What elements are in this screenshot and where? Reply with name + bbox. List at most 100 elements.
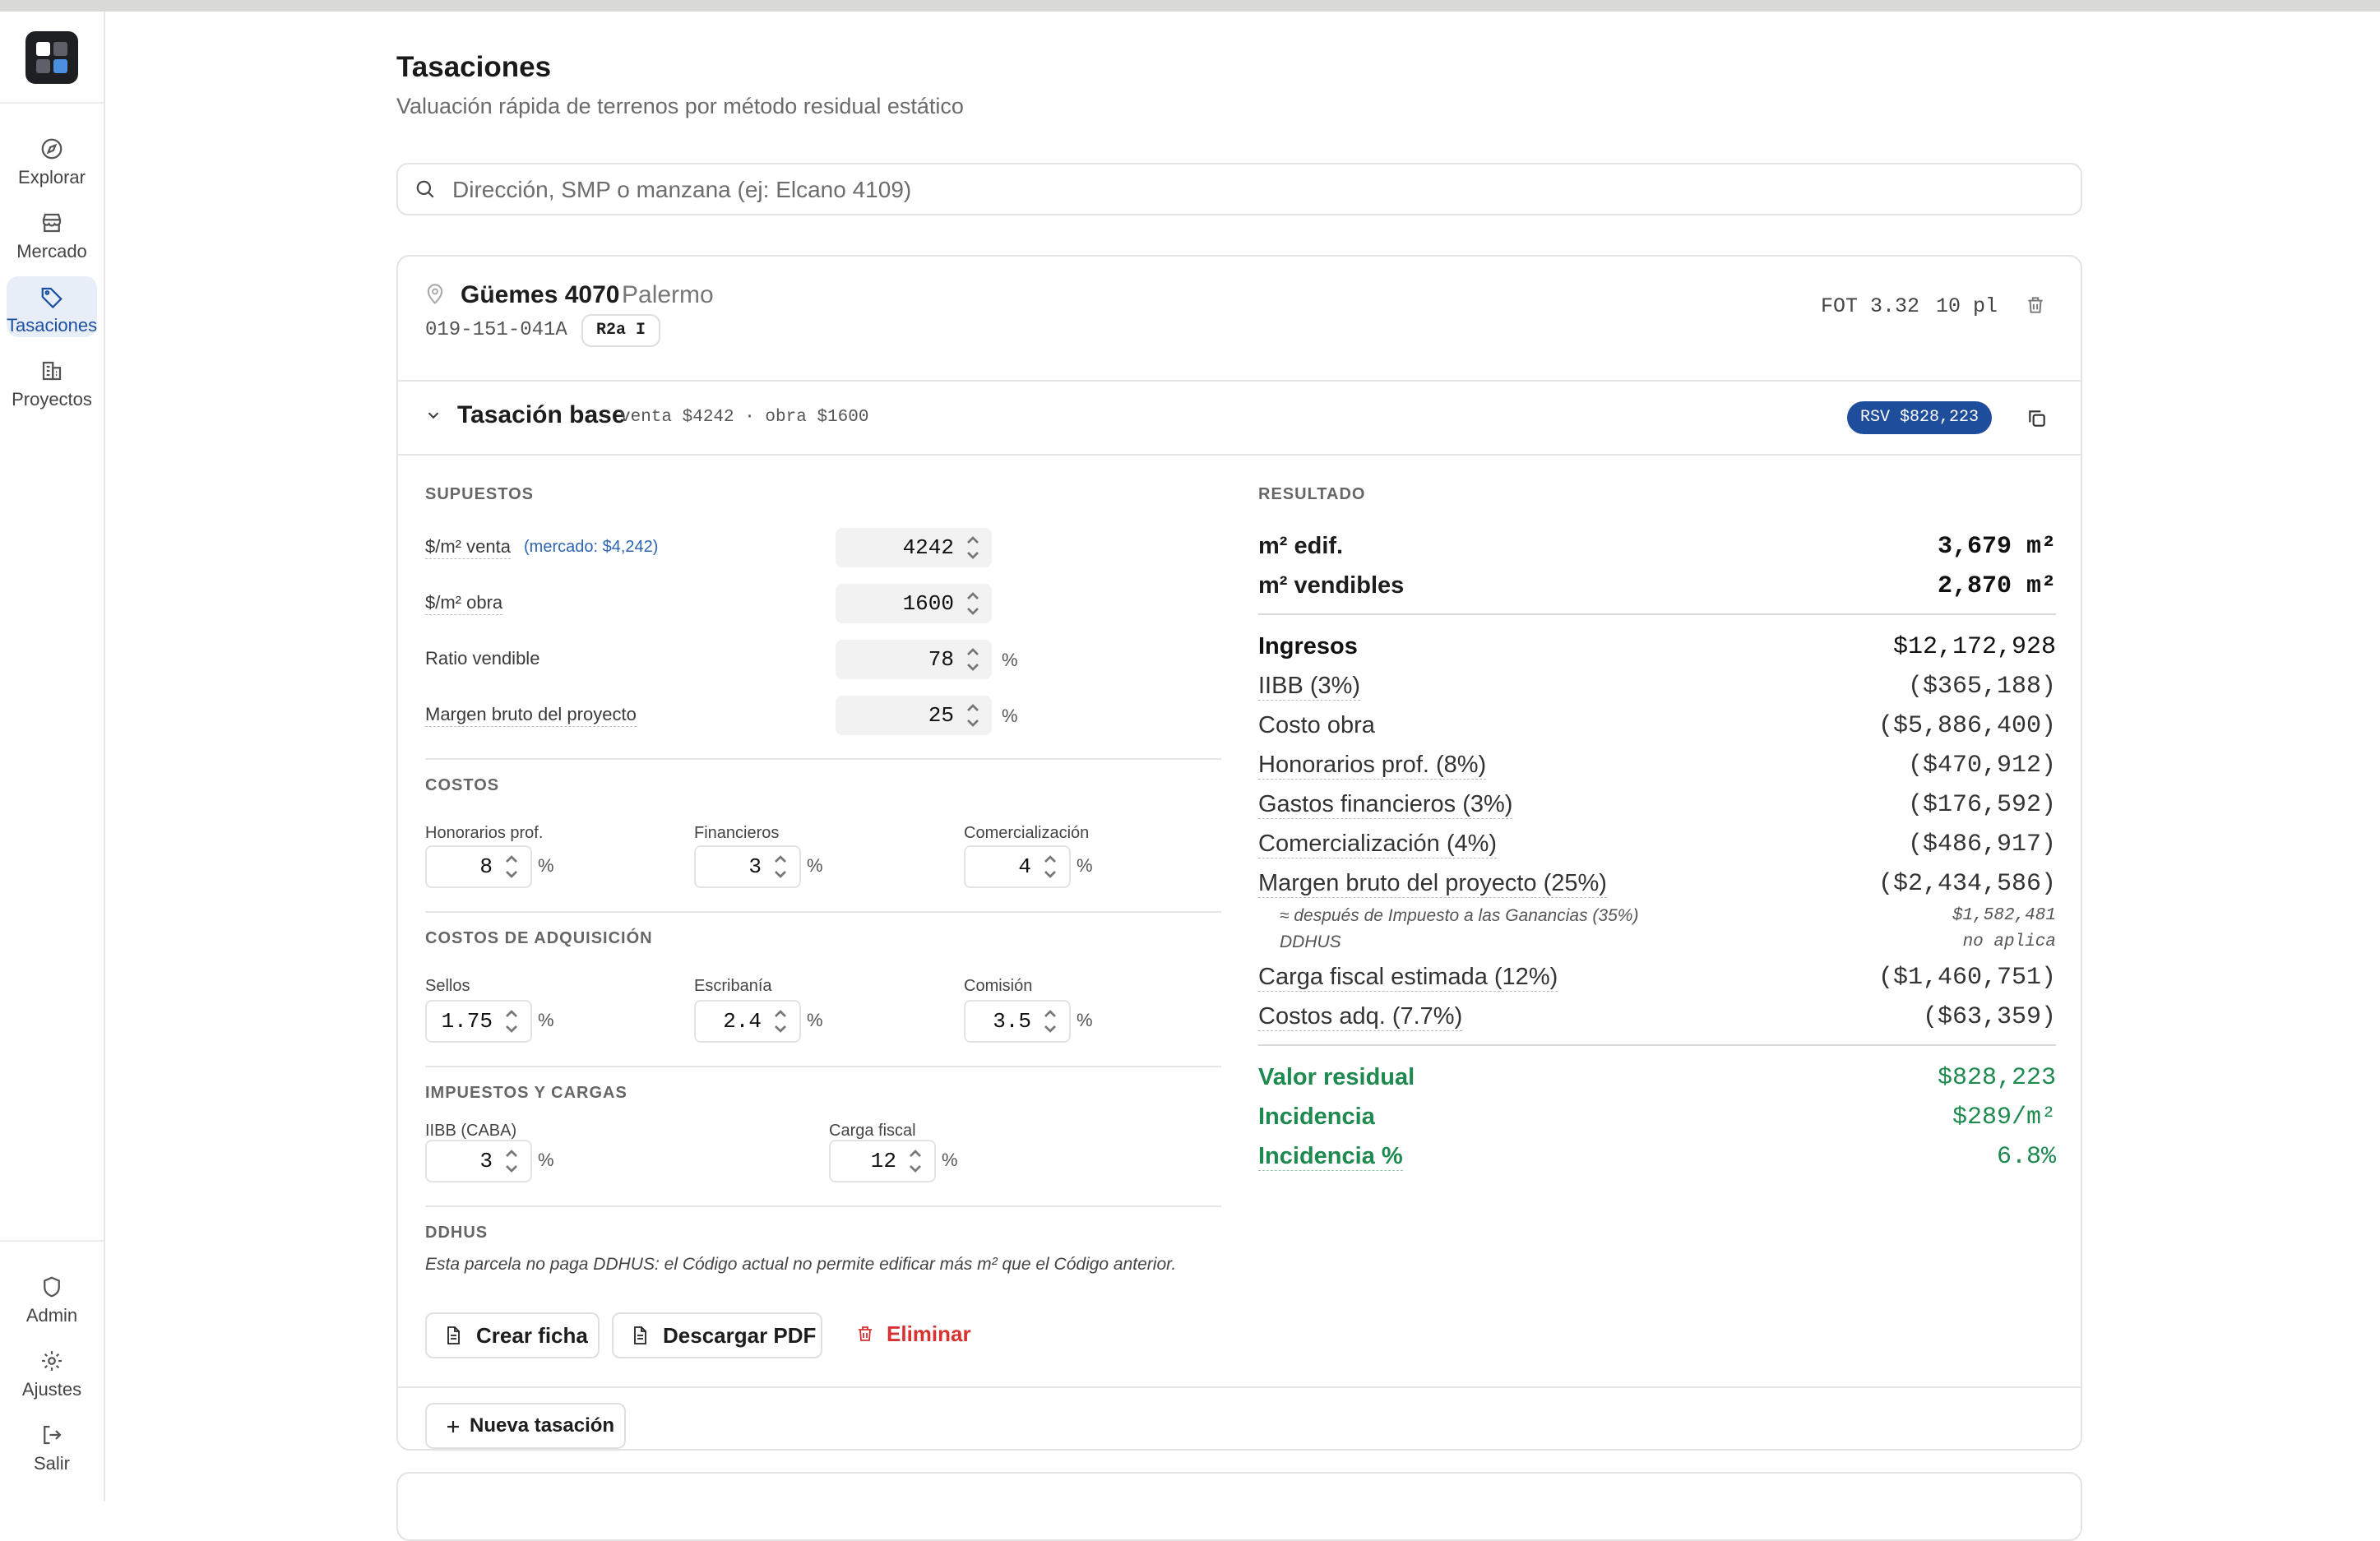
descargar-pdf-button[interactable]: Descargar PDF — [612, 1312, 822, 1358]
parcel-smp: 019-151-041A — [425, 319, 567, 341]
chevron-down-icon[interactable] — [424, 406, 442, 424]
nueva-tasacion-button[interactable]: Nueva tasación — [425, 1403, 626, 1449]
m2-edif-label: m² edif. — [1258, 533, 1344, 559]
iibb-label: IIBB (CABA) — [425, 1122, 517, 1140]
sidebar-item-label: Salir — [33, 1453, 70, 1474]
honorarios-result-label: Honorarios prof. (8%) — [1258, 752, 1487, 780]
stepper-arrows-icon[interactable] — [504, 852, 519, 882]
divider — [425, 1205, 1221, 1207]
sidebar-item-explorar[interactable]: Explorar — [7, 128, 97, 189]
app-logo[interactable] — [25, 31, 78, 84]
residual-label: Valor residual — [1258, 1064, 1415, 1090]
obra-value: 1600 — [902, 591, 954, 616]
section-heading-resultado: RESULTADO — [1258, 485, 1366, 503]
delete-parcel-icon[interactable] — [2025, 294, 2046, 317]
section-heading-adquisicion: COSTOS DE ADQUISICIÓN — [425, 929, 653, 947]
building-icon — [42, 361, 62, 381]
percent-sign: % — [807, 855, 823, 876]
stepper-arrows-icon[interactable] — [908, 1146, 923, 1176]
section-heading-supuestos: SUPUESTOS — [425, 485, 534, 503]
trash-icon — [859, 1326, 872, 1341]
honorarios-result-value: ($470,912) — [1907, 752, 2056, 780]
ratio-input[interactable]: 78 — [836, 640, 992, 679]
comision-value: 3.5 — [993, 1009, 1031, 1034]
copy-icon[interactable] — [2026, 408, 2048, 429]
stepper-arrows-icon[interactable] — [773, 852, 788, 882]
venta-market-hint[interactable]: (mercado: $4,242) — [524, 538, 658, 557]
carga-input[interactable]: 12 — [829, 1140, 936, 1182]
sidebar-item-proyectos[interactable]: Proyectos — [7, 350, 97, 411]
financieros-label: Financieros — [694, 824, 780, 842]
sidebar-item-label: Proyectos — [12, 389, 92, 410]
parcel-address: Güemes 4070 — [461, 281, 620, 308]
financieros-result-label: Gastos financieros (3%) — [1258, 791, 1513, 819]
obra-label: $/m² obra — [425, 592, 503, 615]
stepper-arrows-icon[interactable] — [1043, 1007, 1058, 1036]
percent-sign: % — [1077, 855, 1093, 876]
costo-obra-label: Costo obra — [1258, 712, 1375, 738]
margen-result-label: Margen bruto del proyecto (25%) — [1258, 870, 1607, 898]
ganancias-value: $1,582,481 — [1952, 906, 2056, 925]
eliminar-button[interactable]: Eliminar — [855, 1312, 987, 1355]
rsv-badge: RSV $828,223 — [1847, 401, 1993, 434]
stepper-arrows-icon[interactable] — [504, 1007, 519, 1036]
eliminar-label: Eliminar — [887, 1321, 971, 1346]
plus-icon — [447, 1421, 459, 1432]
iibb-value: 3 — [479, 1149, 493, 1173]
descargar-pdf-label: Descargar PDF — [663, 1323, 817, 1348]
stepper-arrows-icon[interactable] — [1043, 852, 1058, 882]
sidebar-item-tasaciones[interactable]: Tasaciones — [7, 276, 97, 337]
honorarios-input[interactable]: 8 — [425, 845, 532, 888]
iibb-input[interactable]: 3 — [425, 1140, 532, 1182]
stepper-arrows-icon[interactable] — [965, 589, 980, 618]
sidebar-item-mercado[interactable]: Mercado — [7, 202, 97, 263]
divider — [425, 758, 1221, 760]
fot-value: FOT 3.32 — [1821, 294, 1920, 318]
incidencia-pct-label: Incidencia % — [1258, 1143, 1403, 1171]
escribania-label: Escribanía — [694, 977, 772, 995]
comercializacion-input[interactable]: 4 — [964, 845, 1071, 888]
sidebar: Explorar Mercado Tasaciones Proyectos Ad… — [0, 12, 105, 1502]
sellos-value: 1.75 — [441, 1009, 493, 1034]
financieros-input[interactable]: 3 — [694, 845, 801, 888]
stepper-arrows-icon[interactable] — [504, 1146, 519, 1176]
divider — [398, 1386, 2081, 1388]
sidebar-divider — [0, 1240, 104, 1242]
venta-value: 4242 — [902, 535, 954, 560]
m2-vend-label: m² vendibles — [1258, 572, 1405, 599]
carga-value: 12 — [870, 1149, 896, 1173]
carga-result-label: Carga fiscal estimada (12%) — [1258, 964, 1558, 992]
ratio-value: 78 — [928, 647, 954, 672]
comision-label: Comisión — [964, 977, 1033, 995]
ddhus-text: Esta parcela no paga DDHUS: el Código ac… — [425, 1255, 1177, 1274]
comision-input[interactable]: 3.5 — [964, 1000, 1071, 1043]
crear-ficha-button[interactable]: Crear ficha — [425, 1312, 600, 1358]
sidebar-item-label: Admin — [25, 1305, 78, 1326]
stepper-arrows-icon[interactable] — [965, 701, 980, 730]
divider — [425, 911, 1221, 913]
sellos-input[interactable]: 1.75 — [425, 1000, 532, 1043]
margen-input[interactable]: 25 — [836, 696, 992, 735]
sidebar-item-label: Ajustes — [21, 1379, 82, 1400]
sidebar-item-salir[interactable]: Salir — [7, 1414, 97, 1475]
sidebar-item-ajustes[interactable]: Ajustes — [7, 1340, 97, 1401]
adq-result-value: ($63,359) — [1922, 1003, 2056, 1031]
incidencia-pct-value: 6.8% — [1996, 1143, 2056, 1171]
escribania-input[interactable]: 2.4 — [694, 1000, 801, 1043]
obra-input[interactable]: 1600 — [836, 584, 992, 623]
margen-result-value: ($2,434,586) — [1878, 870, 2056, 898]
crear-ficha-label: Crear ficha — [476, 1323, 588, 1348]
comercializacion-result-label: Comercialización (4%) — [1258, 831, 1498, 858]
residual-value: $828,223 — [1937, 1064, 2056, 1092]
gear-icon — [42, 1351, 62, 1371]
stepper-arrows-icon[interactable] — [773, 1007, 788, 1036]
stepper-arrows-icon[interactable] — [965, 533, 980, 562]
sidebar-item-admin[interactable]: Admin — [7, 1266, 97, 1327]
honorarios-label: Honorarios prof. — [425, 824, 544, 842]
search-input[interactable] — [451, 174, 2017, 206]
percent-sign: % — [538, 1010, 554, 1030]
venta-input[interactable]: 4242 — [836, 528, 992, 567]
stepper-arrows-icon[interactable] — [965, 645, 980, 674]
comercializacion-label: Comercialización — [964, 824, 1090, 842]
tasacion-title[interactable]: Tasación base — [457, 401, 626, 429]
